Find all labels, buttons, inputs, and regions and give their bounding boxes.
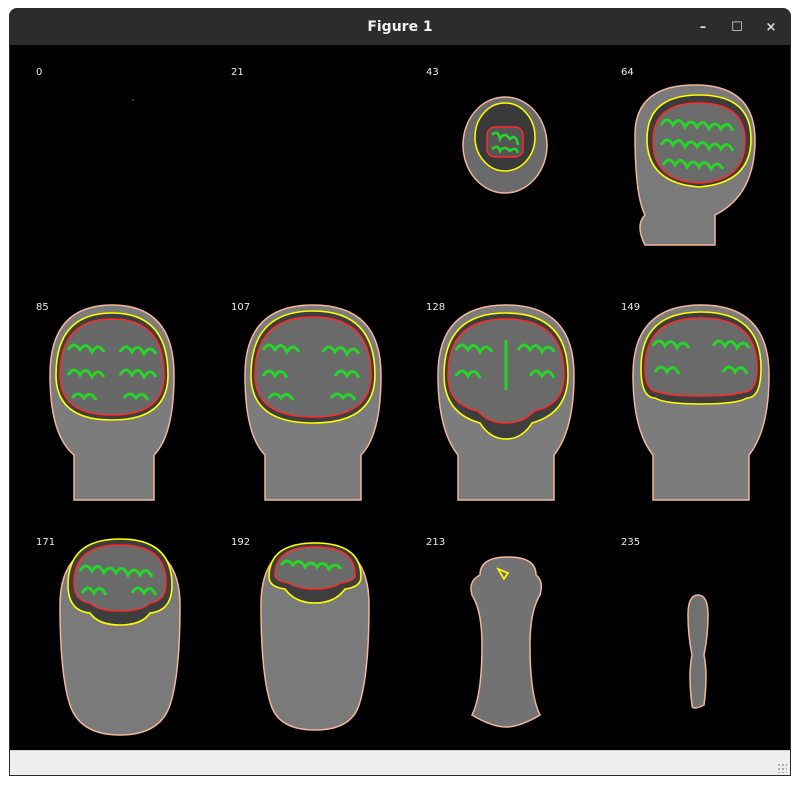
slice-image: [687, 594, 709, 709]
slice-image: [634, 84, 756, 246]
slice-image: [470, 556, 543, 728]
figure-canvas[interactable]: 0 21 43 64 85 107 128 149 171 192 213 23…: [10, 45, 790, 751]
slice-label: 21: [231, 67, 244, 78]
slice-image: [244, 304, 382, 501]
slice-panel: 192: [215, 515, 410, 750]
slice-image: [215, 45, 410, 280]
maximize-icon[interactable]: ☐: [726, 16, 748, 38]
slice-panel: 43: [410, 45, 605, 280]
slice-label: 171: [36, 537, 56, 548]
slice-panel: 171: [20, 515, 215, 750]
slice-image: [260, 542, 370, 731]
slice-panel: 128: [410, 280, 605, 515]
resize-grip-icon[interactable]: [777, 763, 787, 773]
window-controls: – ☐ ×: [692, 9, 782, 45]
slice-panel: 213: [410, 515, 605, 750]
slice-label: 149: [621, 302, 641, 313]
title-bar[interactable]: Figure 1 – ☐ ×: [10, 9, 790, 45]
slice-label: 43: [426, 67, 439, 78]
slice-panel: 64: [605, 45, 790, 280]
slice-image: [132, 99, 134, 101]
slice-image: [49, 304, 175, 501]
slice-label: 0: [36, 67, 43, 78]
slice-image: [437, 304, 575, 501]
slice-panel: 235: [605, 515, 790, 750]
slice-panel: 21: [215, 45, 410, 280]
status-bar: [10, 750, 790, 775]
slice-label: 107: [231, 302, 251, 313]
slice-panel: 85: [20, 280, 215, 515]
slice-label: 235: [621, 537, 641, 548]
slice-label: 85: [36, 302, 49, 313]
slice-image: [632, 304, 770, 501]
slice-image: [462, 96, 548, 194]
slice-label: 64: [621, 67, 634, 78]
slice-panel: 107: [215, 280, 410, 515]
slice-panel: 149: [605, 280, 790, 515]
close-icon[interactable]: ×: [760, 16, 782, 38]
minimize-icon[interactable]: –: [692, 16, 714, 38]
figure-window: Figure 1 – ☐ × 0 21 43 64 85 107 128 149…: [9, 8, 791, 776]
slice-label: 128: [426, 302, 446, 313]
slice-image: [59, 538, 181, 736]
slice-label: 213: [426, 537, 446, 548]
slice-label: 192: [231, 537, 251, 548]
window-title: Figure 1: [367, 19, 433, 35]
slice-panel: 0: [20, 45, 215, 280]
